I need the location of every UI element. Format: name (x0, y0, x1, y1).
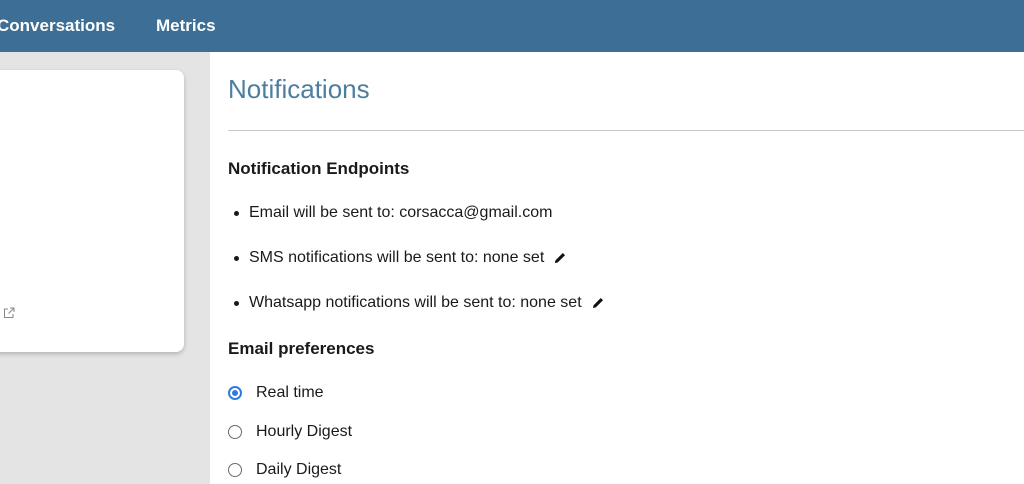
bullet (234, 255, 239, 261)
left-sidebar-card (0, 70, 184, 352)
endpoint-email: Email will be sent to: corsacca@gmail.co… (234, 204, 552, 222)
email-preferences-heading: Email preferences (228, 339, 375, 358)
radio-button[interactable] (228, 463, 242, 477)
endpoint-sms: SMS notifications will be sent to: none … (234, 249, 567, 267)
nav-item-metrics[interactable]: Metrics (156, 16, 216, 36)
endpoint-whatsapp: Whatsapp notifications will be sent to: … (234, 294, 605, 312)
radio-button[interactable] (228, 386, 242, 400)
radio-label: Daily Digest (256, 461, 342, 478)
endpoint-whatsapp-text: Whatsapp notifications will be sent to: … (249, 294, 582, 311)
notifications-panel: Notifications Notification Endpoints Ema… (210, 52, 1024, 484)
radio-label: Real time (256, 384, 324, 401)
nav-item-conversations[interactable]: Conversations (0, 16, 115, 36)
external-link-icon[interactable] (3, 307, 15, 319)
bullet (234, 210, 239, 216)
endpoint-sms-text: SMS notifications will be sent to: none … (249, 249, 545, 266)
endpoints-heading: Notification Endpoints (228, 159, 410, 178)
pencil-icon[interactable] (591, 296, 605, 310)
top-navbar: Conversations Metrics (0, 0, 1024, 52)
bullet (234, 300, 239, 306)
radio-button[interactable] (228, 425, 242, 439)
pencil-icon[interactable] (553, 251, 567, 265)
radio-option-daily-digest[interactable]: Daily Digest (228, 461, 341, 479)
endpoint-email-text: Email will be sent to: corsacca@gmail.co… (249, 204, 553, 221)
title-divider (228, 130, 1024, 131)
page-title: Notifications (228, 74, 370, 104)
radio-option-real-time[interactable]: Real time (228, 384, 324, 402)
radio-label: Hourly Digest (256, 423, 353, 440)
radio-option-hourly-digest[interactable]: Hourly Digest (228, 423, 352, 441)
